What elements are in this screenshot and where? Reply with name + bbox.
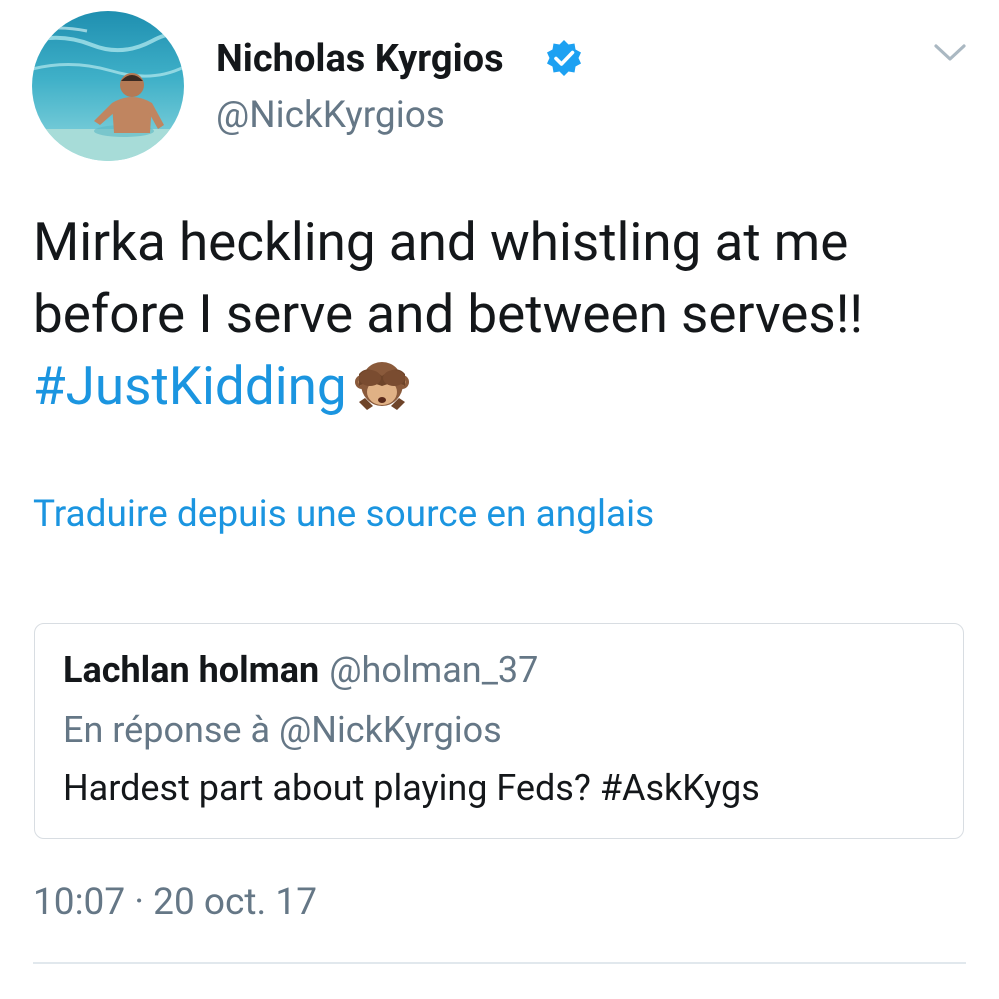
divider [33, 962, 966, 964]
tweet-text: Mirka heckling and whistling at me befor… [33, 206, 953, 422]
author-handle[interactable]: @NickKyrgios [216, 94, 445, 138]
hashtag-link[interactable]: #JustKidding [33, 355, 347, 417]
verified-badge-icon [547, 40, 581, 76]
quoted-author-handle: @holman_37 [329, 649, 539, 691]
quoted-tweet-header: Lachlan holman @holman_37 [63, 648, 538, 692]
quoted-tweet-card[interactable]: Lachlan holman @holman_37 En réponse à @N… [34, 623, 964, 839]
quoted-tweet-text: Hardest part about playing Feds? #AskKyg… [63, 767, 760, 809]
quoted-author-name: Lachlan holman [63, 649, 320, 691]
see-no-evil-monkey-icon [354, 362, 409, 410]
chevron-down-icon[interactable] [932, 38, 968, 66]
quoted-reply-context: En réponse à @NickKyrgios [63, 709, 502, 751]
author-name[interactable]: Nicholas Kyrgios [216, 36, 504, 82]
tweet-body: Mirka heckling and whistling at me befor… [33, 211, 864, 345]
tweet-timestamp[interactable]: 10:07 · 20 oct. 17 [33, 880, 317, 926]
avatar-photo [32, 11, 184, 161]
tweet-detail: Nicholas Kyrgios @NickKyrgios Mirka heck… [0, 0, 999, 999]
author-avatar[interactable] [32, 11, 184, 161]
translate-link[interactable]: Traduire depuis une source en anglais [33, 490, 654, 540]
